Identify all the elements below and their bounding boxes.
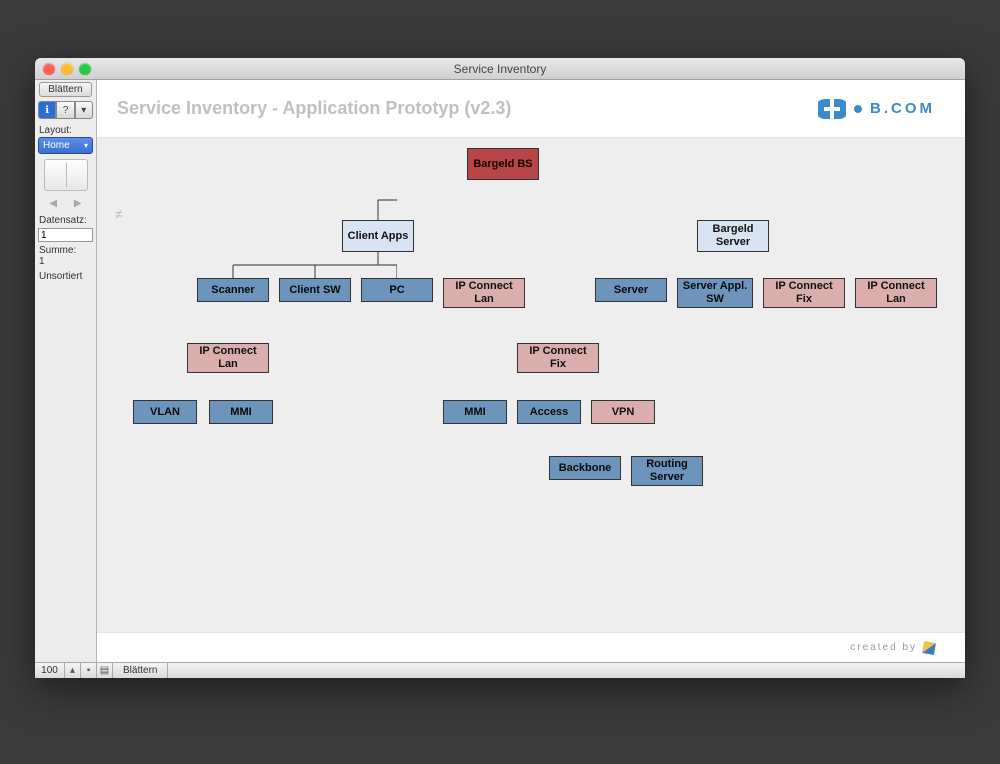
prev-icon[interactable]: ◀ [49, 198, 57, 209]
tree-node[interactable]: Backbone [549, 456, 621, 480]
next-icon[interactable]: ▶ [74, 198, 82, 209]
sort-status: Unsortiert [39, 271, 92, 282]
sum-label: Summe: 1 [39, 245, 92, 267]
tree-node[interactable]: IP Connect Fix [517, 343, 599, 373]
layout-label: Layout: [39, 125, 92, 136]
record-label: Datensatz: [39, 215, 92, 226]
tree-node[interactable]: Client SW [279, 278, 351, 302]
chevron-updown-icon: ▾ [84, 141, 88, 150]
tree-node[interactable]: Client Apps [342, 220, 414, 252]
tree-node[interactable]: MMI [443, 400, 507, 424]
created-by-label: created by [850, 642, 917, 653]
logo-dot-icon [854, 105, 862, 113]
zoom-out-icon[interactable]: ▴ [65, 663, 81, 678]
tree-node[interactable]: VLAN [133, 400, 197, 424]
brand-text: B.COM [870, 100, 935, 117]
tree-node[interactable]: Server [595, 278, 667, 302]
brand-logo: B.COM [818, 99, 935, 119]
statusbar: 100 ▴ ▪ ▤ Blättern [35, 662, 965, 678]
layout-value: Home [43, 140, 70, 151]
tree-node[interactable]: IP Connect Lan [855, 278, 937, 308]
zoom-level[interactable]: 100 [35, 663, 65, 678]
book-icon[interactable] [44, 159, 88, 191]
sidebar: Blättern ℹ ? ▾ Layout: Home ▾ ◀ ▶ Datens… [35, 80, 97, 662]
page-title: Service Inventory - Application Prototyp… [117, 98, 511, 119]
main-panel: Service Inventory - Application Prototyp… [97, 80, 965, 662]
view-list-icon[interactable]: ▤ [97, 663, 113, 678]
creator-logo-icon [922, 641, 936, 655]
tree-node[interactable]: VPN [591, 400, 655, 424]
tree-node[interactable]: MMI [209, 400, 273, 424]
tree-node[interactable]: Access [517, 400, 581, 424]
footer: created by [97, 632, 965, 662]
tree-node[interactable]: Bargeld Server [697, 220, 769, 252]
tree-connectors [97, 138, 397, 288]
logo-mark-icon [818, 99, 846, 119]
tree-node[interactable]: Scanner [197, 278, 269, 302]
tree-node[interactable]: IP Connect Lan [443, 278, 525, 308]
tree-node[interactable]: Routing Server [631, 456, 703, 486]
record-input[interactable] [38, 228, 93, 242]
titlebar: Service Inventory [35, 58, 965, 80]
tree-node[interactable]: IP Connect Lan [187, 343, 269, 373]
diagram-canvas: ≠ Bargeld BSClient AppsBargeld ServerSca… [97, 138, 965, 632]
status-mode-tab[interactable]: Blättern [113, 663, 168, 678]
app-window: Service Inventory Blättern ℹ ? ▾ Layout:… [35, 58, 965, 678]
tree-node[interactable]: Bargeld BS [467, 148, 539, 180]
dropdown-icon[interactable]: ▾ [75, 101, 93, 119]
info-icon[interactable]: ℹ [38, 101, 56, 119]
tree-node[interactable]: IP Connect Fix [763, 278, 845, 308]
view-mode-icon[interactable]: ▪ [81, 663, 97, 678]
tree-node[interactable]: Server Appl. SW [677, 278, 753, 308]
layout-select[interactable]: Home ▾ [38, 137, 93, 154]
tree-node[interactable]: PC [361, 278, 433, 302]
window-title: Service Inventory [35, 62, 965, 76]
help-icon[interactable]: ? [56, 101, 74, 119]
mode-tab[interactable]: Blättern [39, 82, 92, 97]
